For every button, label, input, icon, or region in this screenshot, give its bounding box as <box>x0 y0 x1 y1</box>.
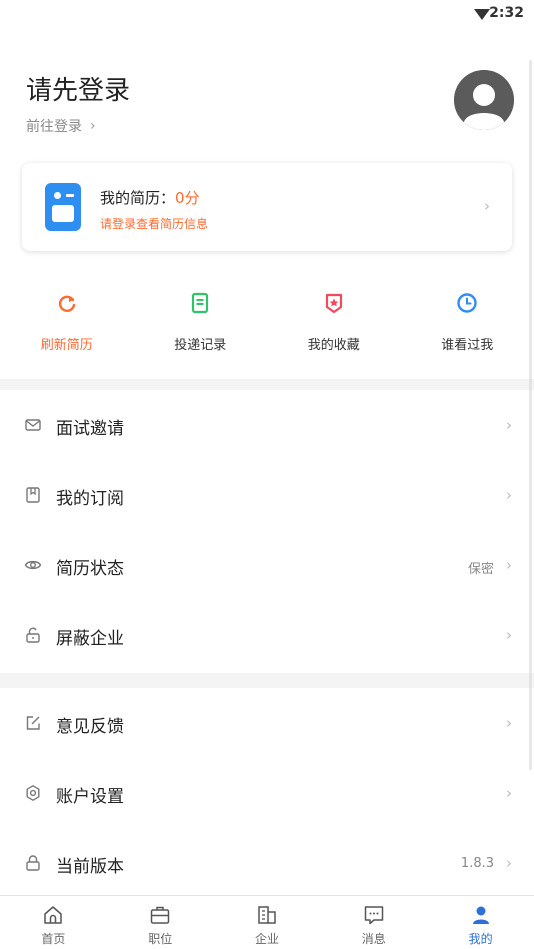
document-list-icon <box>189 292 211 314</box>
tab-label: 企业 <box>254 932 279 946</box>
login-link-label: 前往登录 <box>26 119 82 135</box>
briefcase-icon <box>148 903 172 927</box>
delivery-record-button[interactable]: 投递记录 <box>134 292 268 362</box>
tab-profile[interactable]: 我的 <box>427 896 534 949</box>
home-icon <box>41 903 65 927</box>
user-icon <box>469 903 493 927</box>
tab-messages[interactable]: 消息 <box>320 896 427 949</box>
tab-home[interactable]: 首页 <box>0 896 107 949</box>
qa-label: 我的收藏 <box>307 338 360 353</box>
page-title[interactable]: 请先登录 <box>26 70 130 107</box>
resume-card[interactable]: 我的简历：0分 请登录查看简历信息 › <box>22 163 512 251</box>
chevron-right-icon: › <box>506 854 512 872</box>
chevron-right-icon: › <box>506 784 512 802</box>
menu-item-subscription[interactable]: 我的订阅 › <box>0 460 534 530</box>
resume-status-value: 保密 <box>467 562 494 577</box>
star-badge-icon <box>323 292 345 314</box>
refresh-resume-button[interactable]: 刷新简历 <box>0 292 134 362</box>
resume-icon <box>45 183 81 231</box>
menu-item-interview-invitation[interactable]: 面试邀请 › <box>0 390 534 460</box>
scrollbar[interactable] <box>529 60 532 770</box>
chevron-right-icon: › <box>506 714 512 732</box>
tab-companies[interactable]: 企业 <box>214 896 321 949</box>
menu-label: 面试邀请 <box>56 419 124 439</box>
menu-item-block-company[interactable]: 屏蔽企业 › <box>0 600 534 670</box>
menu-item-resume-status[interactable]: 简历状态 保密 › <box>0 530 534 600</box>
clock-icon <box>456 292 478 314</box>
tab-label: 消息 <box>361 932 386 946</box>
resume-score: 0分 <box>175 189 200 207</box>
menu-label: 意见反馈 <box>56 717 124 737</box>
wifi-icon <box>474 9 490 20</box>
refresh-icon <box>56 292 78 314</box>
lock-icon <box>24 854 42 872</box>
resume-subtitle: 请登录查看简历信息 <box>100 217 209 231</box>
resume-title: 我的简历：0分 <box>100 187 200 208</box>
menu-label: 屏蔽企业 <box>56 629 124 649</box>
default-avatar-icon <box>454 70 514 130</box>
bottom-tab-bar: 首页 职位 企业 消息 我的 <box>0 895 534 949</box>
menu-label: 当前版本 <box>56 857 124 877</box>
building-icon <box>255 903 279 927</box>
status-time: 2:32 <box>489 5 524 21</box>
bookmark-icon <box>24 486 42 504</box>
message-icon <box>362 903 386 927</box>
eye-icon <box>24 556 42 574</box>
avatar[interactable] <box>454 70 514 130</box>
menu-item-account-settings[interactable]: 账户设置 › <box>0 758 534 828</box>
quick-actions: 刷新简历 投递记录 我的收藏 谁看过我 <box>0 292 534 362</box>
chevron-right-icon: › <box>506 556 512 574</box>
tab-jobs[interactable]: 职位 <box>107 896 214 949</box>
login-link[interactable]: 前往登录 › <box>26 116 96 136</box>
chevron-right-icon: › <box>506 416 512 434</box>
unlock-icon <box>24 626 42 644</box>
resume-label: 我的简历： <box>100 189 176 207</box>
chevron-right-icon: › <box>506 486 512 504</box>
gear-icon <box>24 784 42 802</box>
tab-label: 我的 <box>468 932 493 946</box>
chevron-right-icon: › <box>506 626 512 644</box>
section-divider <box>0 673 534 688</box>
menu-item-version[interactable]: 当前版本 1.8.3 › <box>0 828 534 894</box>
menu-label: 我的订阅 <box>56 489 124 509</box>
who-viewed-me-button[interactable]: 谁看过我 <box>401 292 534 362</box>
menu-label: 简历状态 <box>56 559 124 579</box>
mail-icon <box>24 416 42 434</box>
menu-label: 账户设置 <box>56 787 124 807</box>
version-value: 1.8.3 <box>460 856 494 871</box>
qa-label: 投递记录 <box>174 338 227 353</box>
favorites-button[interactable]: 我的收藏 <box>267 292 401 362</box>
section-divider <box>0 379 534 390</box>
qa-label: 刷新简历 <box>40 338 93 353</box>
menu-item-feedback[interactable]: 意见反馈 › <box>0 688 534 758</box>
status-bar: 2:32 <box>0 0 534 30</box>
chevron-right-icon: › <box>484 197 490 215</box>
edit-icon <box>24 714 42 732</box>
chevron-right-icon: › <box>90 118 96 134</box>
qa-label: 谁看过我 <box>441 338 494 353</box>
tab-label: 首页 <box>41 932 66 946</box>
tab-label: 职位 <box>148 932 173 946</box>
